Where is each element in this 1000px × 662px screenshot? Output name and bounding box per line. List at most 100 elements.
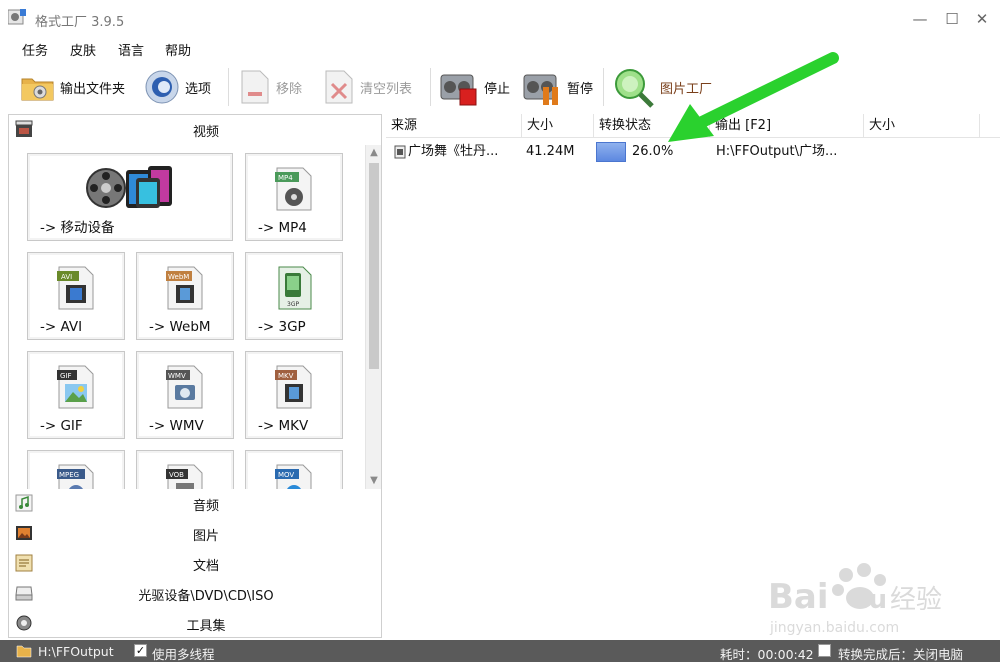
task-list-header: 来源 大小 转换状态 输出 [F2] 大小 <box>386 114 1000 138</box>
section-tools-label: 工具集 <box>186 619 226 634</box>
section-tools[interactable]: 工具集 <box>9 609 381 637</box>
format-mpeg-tile[interactable]: MPEG <box>27 450 125 489</box>
section-optical[interactable]: 光驱设备\DVD\CD\ISO <box>9 579 381 607</box>
format-avi-label: -> AVI <box>40 319 83 335</box>
svg-text:3GP: 3GP <box>287 301 299 308</box>
status-bar: H:\FFOutput ✓ 使用多线程 耗时：00:00:42 转换完成后：关闭… <box>0 640 1000 662</box>
mov-file-icon: MOV <box>275 464 312 489</box>
multithread-checkbox[interactable]: ✓ <box>134 644 147 657</box>
format-webm-tile[interactable]: WebM -> WebM <box>136 252 234 340</box>
webm-file-icon: WebM <box>166 266 203 310</box>
elapsed-time: 耗时：00:00:42 <box>720 647 814 662</box>
format-grid-scrollbar[interactable]: ▲ ▼ <box>365 145 381 489</box>
remove-button[interactable]: 移除 <box>238 66 302 108</box>
format-avi-tile[interactable]: AVI -> AVI <box>27 252 125 340</box>
menu-help[interactable]: 帮助 <box>165 40 191 59</box>
svg-text:AVI: AVI <box>61 273 72 281</box>
section-video-label: 视频 <box>192 125 219 140</box>
svg-text:WebM: WebM <box>168 273 189 281</box>
pause-button[interactable]: 暂停 <box>521 66 593 108</box>
format-wmv-tile[interactable]: WMV -> WMV <box>136 351 234 439</box>
row-source: 广场舞《牡丹... <box>408 144 499 159</box>
output-path[interactable]: H:\FFOutput <box>38 644 114 659</box>
window-title: 格式工厂 3.9.5 <box>35 15 125 30</box>
format-mkv-tile[interactable]: MKV -> MKV <box>245 351 343 439</box>
format-mkv-label: -> MKV <box>258 418 309 434</box>
magnifier-icon <box>615 69 654 108</box>
vob-file-icon: VOB <box>166 464 203 489</box>
scroll-up-icon[interactable]: ▲ <box>367 145 381 161</box>
svg-text:GIF: GIF <box>60 372 72 380</box>
column-output-size[interactable]: 大小 <box>864 114 980 138</box>
row-output: H:\FFOutput\广场... <box>716 144 838 159</box>
svg-text:VOB: VOB <box>169 471 184 479</box>
svg-text:MKV: MKV <box>278 372 294 380</box>
row-output-size <box>870 140 980 164</box>
section-video[interactable]: 视频 <box>9 115 381 143</box>
toolbar-separator <box>228 68 229 106</box>
gif-file-icon: GIF <box>57 365 94 409</box>
format-gif-label: -> GIF <box>40 418 83 434</box>
format-mobile-label: -> 移动设备 <box>40 220 115 236</box>
close-icon[interactable]: ✕ <box>970 8 994 30</box>
options-label: 选项 <box>185 81 212 97</box>
column-size[interactable]: 大小 <box>522 114 594 138</box>
progress-text: 26.0% <box>632 144 674 159</box>
3gp-file-icon: 3GP <box>278 266 312 310</box>
format-vob-tile[interactable]: VOB <box>136 450 234 489</box>
scroll-thumb[interactable] <box>369 163 379 369</box>
section-document[interactable]: 文档 <box>9 549 381 577</box>
task-list: 来源 大小 转换状态 输出 [F2] 大小 广场舞《牡丹... 41.24M 2… <box>386 114 1000 638</box>
format-3gp-label: -> 3GP <box>258 319 306 335</box>
toolbar-separator <box>430 68 431 106</box>
svg-text:MOV: MOV <box>278 471 294 479</box>
menu-skin[interactable]: 皮肤 <box>70 40 96 59</box>
pause-label: 暂停 <box>567 81 594 97</box>
format-mov-tile[interactable]: MOV <box>245 450 343 489</box>
toolbar: 输出文件夹 选项 移除 清空列表 停止 暂停 图片工厂 <box>0 62 1000 112</box>
section-picture[interactable]: 图片 <box>9 519 381 547</box>
format-mp4-tile[interactable]: MP4 -> MP4 <box>245 153 343 241</box>
avi-file-icon: AVI <box>57 266 94 310</box>
output-folder-label: 输出文件夹 <box>60 81 126 97</box>
minimize-icon[interactable]: — <box>908 8 932 30</box>
table-row[interactable]: 广场舞《牡丹... 41.24M 26.0% H:\FFOutput\广场... <box>386 140 1000 164</box>
options-button[interactable]: 选项 <box>143 66 211 108</box>
output-folder-icon <box>16 645 32 658</box>
column-source[interactable]: 来源 <box>386 114 522 138</box>
video-file-icon <box>394 145 406 159</box>
category-panel: 视频 -> 移动设备 MP4 -> MP4 AVI -> AVI WebM ->… <box>8 114 382 638</box>
after-done-label: 转换完成后：关闭电脑 <box>838 647 964 662</box>
stop-button[interactable]: 停止 <box>438 66 510 108</box>
remove-label: 移除 <box>276 81 303 97</box>
after-done-checkbox[interactable] <box>818 644 831 657</box>
clear-list-label: 清空列表 <box>360 81 413 97</box>
column-output[interactable]: 输出 [F2] <box>710 114 864 138</box>
section-optical-label: 光驱设备\DVD\CD\ISO <box>138 589 274 604</box>
section-picture-label: 图片 <box>192 529 219 544</box>
picture-factory-button[interactable]: 图片工厂 <box>612 66 712 108</box>
section-audio[interactable]: 音频 <box>9 489 381 517</box>
column-status[interactable]: 转换状态 <box>594 114 710 138</box>
progress-fill <box>596 142 626 162</box>
format-wmv-label: -> WMV <box>149 418 204 434</box>
clear-list-icon <box>325 70 353 104</box>
menu-language[interactable]: 语言 <box>118 40 144 59</box>
scroll-down-icon[interactable]: ▼ <box>367 473 381 489</box>
format-mp4-label: -> MP4 <box>258 220 307 236</box>
maximize-icon[interactable]: ☐ <box>940 8 964 30</box>
progress-bar: 26.0% <box>596 142 710 162</box>
format-mobile-tile[interactable]: -> 移动设备 <box>27 153 233 241</box>
mkv-file-icon: MKV <box>275 365 312 409</box>
output-folder-button[interactable]: 输出文件夹 <box>20 66 125 108</box>
mp4-file-icon: MP4 <box>275 167 312 211</box>
section-document-label: 文档 <box>192 559 219 574</box>
row-size: 41.24M <box>526 144 575 159</box>
menu-task[interactable]: 任务 <box>22 40 48 59</box>
format-gif-tile[interactable]: GIF -> GIF <box>27 351 125 439</box>
wmv-file-icon: WMV <box>166 365 203 409</box>
clear-list-button[interactable]: 清空列表 <box>322 66 412 108</box>
format-3gp-tile[interactable]: 3GP -> 3GP <box>245 252 343 340</box>
svg-text:MP4: MP4 <box>278 174 293 182</box>
remove-document-icon <box>241 70 269 104</box>
